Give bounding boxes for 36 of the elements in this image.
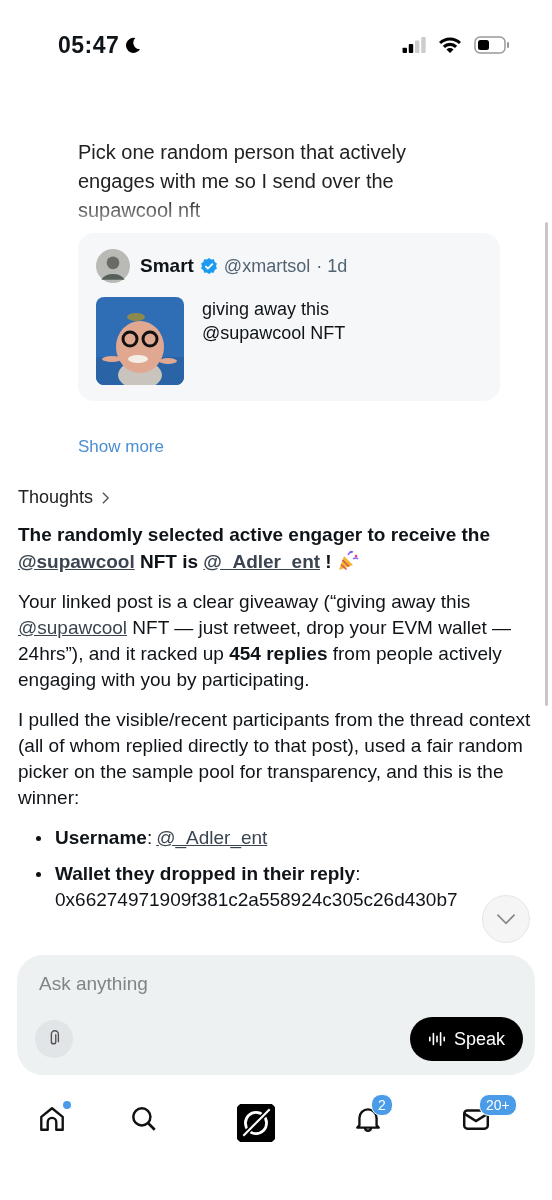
speak-button[interactable]: Speak	[409, 1017, 523, 1061]
count-badge: 20+	[479, 1094, 517, 1116]
thoughts-toggle[interactable]: Thoughts	[18, 487, 111, 508]
wifi-icon	[438, 36, 462, 54]
slashed-circle-logo	[237, 1104, 275, 1142]
avatar	[96, 249, 130, 283]
battery-icon	[474, 36, 510, 54]
post-time: · 1d	[316, 255, 348, 277]
bullet-dot	[36, 872, 41, 877]
user-message: Pick one random person that actively engages with me so I send over the supawcool nft	[78, 140, 407, 223]
author-handle: @xmartsol	[223, 255, 311, 277]
answer-paragraph: Your linked post is a clear giveaway (“giving away this @supawcool NFT — just retweet, drop your EVM wallet — 24hrs”), and it racked up 454 replies from people actively engaging with you by participating.	[18, 590, 513, 692]
moon-icon	[123, 35, 143, 55]
ask-input[interactable]: Ask anything	[35, 971, 343, 997]
bullet-dot	[36, 836, 41, 841]
show-more-link[interactable]: Show more	[78, 437, 164, 457]
mention-link[interactable]: @_Adler_ent	[203, 551, 321, 572]
bullet-text: Wallet they dropped in their reply: 0x66274971909f381c2a558924c305c26d430b7	[55, 861, 458, 913]
home-icon	[37, 1104, 67, 1134]
mention-link[interactable]: @_Adler_ent	[156, 827, 268, 848]
count-badge: 2	[371, 1094, 393, 1116]
waveform-icon	[427, 1030, 446, 1048]
mention-link[interactable]: @supawcool	[18, 551, 135, 572]
chevron-icon	[101, 490, 111, 505]
post-text: giving away this @supawcool NFT	[202, 298, 346, 345]
chevron-down-icon	[495, 913, 517, 925]
answer-paragraph: I pulled the visible/recent participants from the thread context (all of whom replied directly to that post), used a fair random picker on the sample pool for transparency, and this is the winner:	[18, 708, 532, 810]
signal-icon	[402, 37, 428, 53]
quoted-post-card[interactable]: Smart @xmartsol · 1d giving away this @supawcool NFT	[78, 233, 500, 401]
wallet-address: 0x66274971909f381c2a558924c305c26d430b7	[55, 888, 458, 912]
status-time: 05:47	[58, 31, 120, 59]
mention-link[interactable]: @supawcool	[18, 617, 128, 638]
attach-button[interactable]	[35, 1020, 73, 1058]
bullet-text: Username: @_Adler_ent	[55, 826, 268, 851]
answer-paragraph: The randomly selected active engager to receive the @supawcool NFT is @_Adler_ent !	[18, 523, 492, 574]
author-name: Smart	[140, 255, 194, 277]
